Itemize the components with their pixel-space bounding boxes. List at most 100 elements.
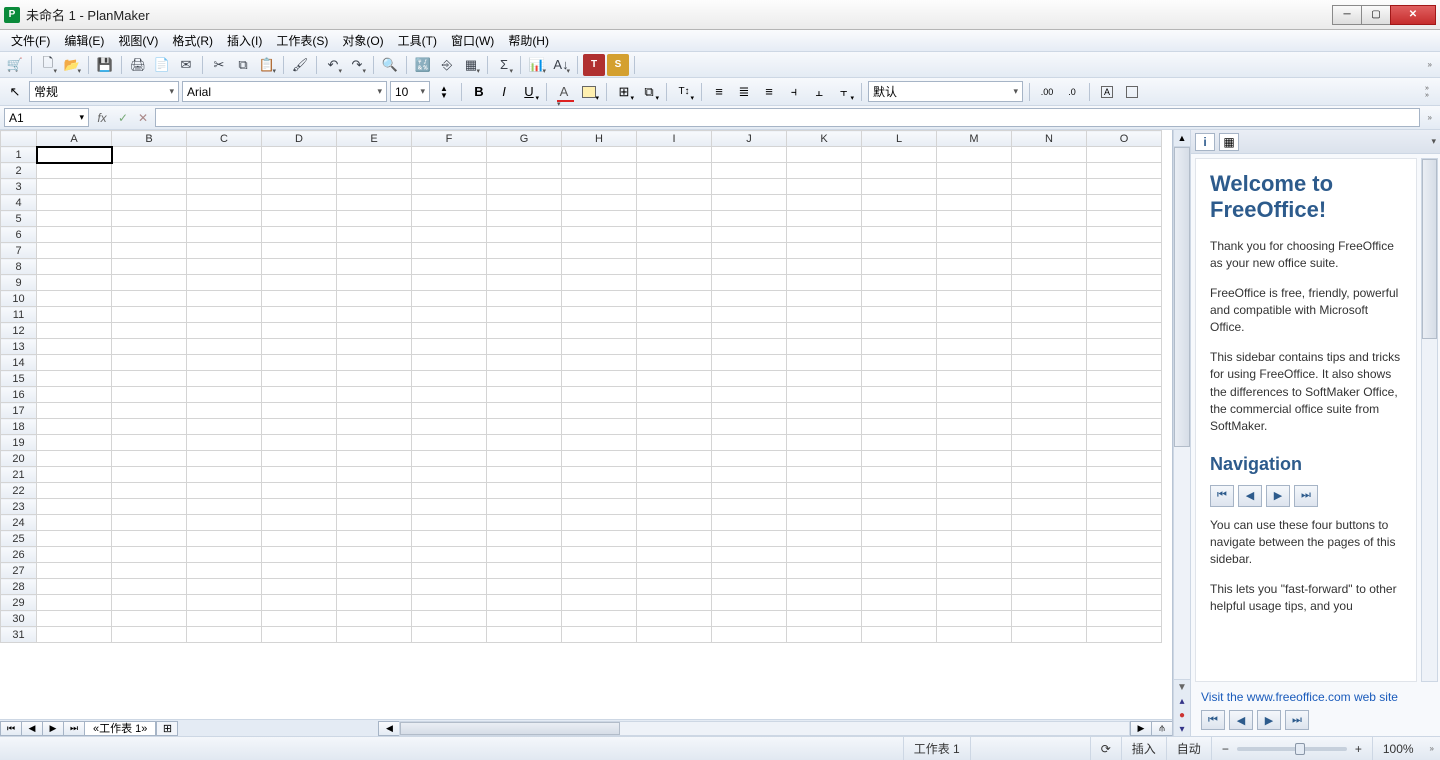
- cell[interactable]: [337, 579, 412, 595]
- cell[interactable]: [1012, 243, 1087, 259]
- cell[interactable]: [112, 483, 187, 499]
- fx-icon[interactable]: fx: [93, 111, 111, 125]
- cell[interactable]: [637, 467, 712, 483]
- cell[interactable]: [712, 227, 787, 243]
- cell[interactable]: [1087, 627, 1162, 643]
- cell[interactable]: [937, 147, 1012, 163]
- cell[interactable]: [562, 227, 637, 243]
- cell[interactable]: [412, 243, 487, 259]
- cell[interactable]: [262, 163, 337, 179]
- cell[interactable]: [937, 595, 1012, 611]
- formula-accept-icon[interactable]: ✓: [115, 111, 131, 125]
- cell[interactable]: [637, 515, 712, 531]
- cell[interactable]: [187, 259, 262, 275]
- cell[interactable]: [787, 339, 862, 355]
- cell[interactable]: [1012, 387, 1087, 403]
- cell[interactable]: [787, 515, 862, 531]
- cell[interactable]: [337, 451, 412, 467]
- cell[interactable]: [37, 403, 112, 419]
- cell[interactable]: [1087, 451, 1162, 467]
- cell[interactable]: [937, 515, 1012, 531]
- cell[interactable]: [487, 419, 562, 435]
- cell[interactable]: [412, 547, 487, 563]
- cell[interactable]: [112, 451, 187, 467]
- cell[interactable]: [1012, 307, 1087, 323]
- valign-mid-button[interactable]: ⫠: [808, 81, 830, 102]
- cell[interactable]: [412, 339, 487, 355]
- cell[interactable]: [37, 611, 112, 627]
- cell[interactable]: [1012, 547, 1087, 563]
- cursor-icon[interactable]: ↖: [4, 81, 26, 102]
- cell[interactable]: [412, 323, 487, 339]
- cell[interactable]: [187, 147, 262, 163]
- cell[interactable]: [337, 243, 412, 259]
- cell[interactable]: [187, 467, 262, 483]
- cell[interactable]: [787, 595, 862, 611]
- table-button[interactable]: ▦: [460, 54, 482, 76]
- cell[interactable]: [187, 275, 262, 291]
- row-header[interactable]: 18: [1, 419, 37, 435]
- cell[interactable]: [712, 275, 787, 291]
- cell[interactable]: [412, 467, 487, 483]
- cell[interactable]: [37, 531, 112, 547]
- cell[interactable]: [187, 307, 262, 323]
- find-button[interactable]: 🔍: [379, 54, 401, 76]
- cell[interactable]: [562, 195, 637, 211]
- cell[interactable]: [262, 371, 337, 387]
- cell[interactable]: [262, 211, 337, 227]
- size-stepper[interactable]: ▲▼: [433, 81, 455, 102]
- cell[interactable]: [112, 387, 187, 403]
- cell[interactable]: [937, 355, 1012, 371]
- cell[interactable]: [712, 483, 787, 499]
- cell[interactable]: [112, 403, 187, 419]
- cell[interactable]: [262, 451, 337, 467]
- toolbar-overflow-icon[interactable]: »: [1428, 60, 1436, 69]
- cell[interactable]: [112, 419, 187, 435]
- cell[interactable]: [412, 147, 487, 163]
- spreadsheet-grid[interactable]: ABCDEFGHIJKLMNO1234567891011121314151617…: [0, 130, 1172, 719]
- cell[interactable]: [37, 195, 112, 211]
- row-header[interactable]: 6: [1, 227, 37, 243]
- cell[interactable]: [1012, 227, 1087, 243]
- cell[interactable]: [487, 483, 562, 499]
- cell[interactable]: [337, 435, 412, 451]
- bold-button[interactable]: B: [468, 81, 490, 102]
- pdf-export-button[interactable]: 📄: [151, 54, 173, 76]
- menu-object[interactable]: 对象(O): [335, 30, 390, 51]
- cell[interactable]: [412, 355, 487, 371]
- cell[interactable]: [412, 499, 487, 515]
- vscroll-up[interactable]: ▲: [1174, 130, 1190, 147]
- cell[interactable]: [1087, 563, 1162, 579]
- cell[interactable]: [1012, 147, 1087, 163]
- maximize-button[interactable]: ▢: [1361, 5, 1391, 25]
- cell[interactable]: [562, 515, 637, 531]
- menu-sheet[interactable]: 工作表(S): [269, 30, 335, 51]
- tab-nav-prev[interactable]: ◀: [21, 721, 43, 736]
- col-header[interactable]: G: [487, 131, 562, 147]
- sidebar-foot-nav-first[interactable]: ⏮: [1201, 710, 1225, 730]
- col-header[interactable]: O: [1087, 131, 1162, 147]
- cell[interactable]: [787, 355, 862, 371]
- cell[interactable]: [37, 419, 112, 435]
- sidebar-nav-prev[interactable]: ◀: [1238, 485, 1262, 507]
- cell[interactable]: [862, 483, 937, 499]
- cell[interactable]: [1087, 595, 1162, 611]
- cell[interactable]: [637, 291, 712, 307]
- cell[interactable]: [862, 595, 937, 611]
- cell[interactable]: [562, 419, 637, 435]
- cell[interactable]: [1012, 499, 1087, 515]
- row-header[interactable]: 8: [1, 259, 37, 275]
- cell[interactable]: [37, 515, 112, 531]
- cell[interactable]: [1087, 195, 1162, 211]
- cell[interactable]: [1087, 403, 1162, 419]
- cell[interactable]: [262, 547, 337, 563]
- cell[interactable]: [1087, 179, 1162, 195]
- cell[interactable]: [412, 307, 487, 323]
- cell[interactable]: [712, 451, 787, 467]
- cell[interactable]: [937, 387, 1012, 403]
- cell[interactable]: [862, 179, 937, 195]
- italic-button[interactable]: I: [493, 81, 515, 102]
- cell[interactable]: [112, 467, 187, 483]
- cell[interactable]: [187, 195, 262, 211]
- cell[interactable]: [937, 211, 1012, 227]
